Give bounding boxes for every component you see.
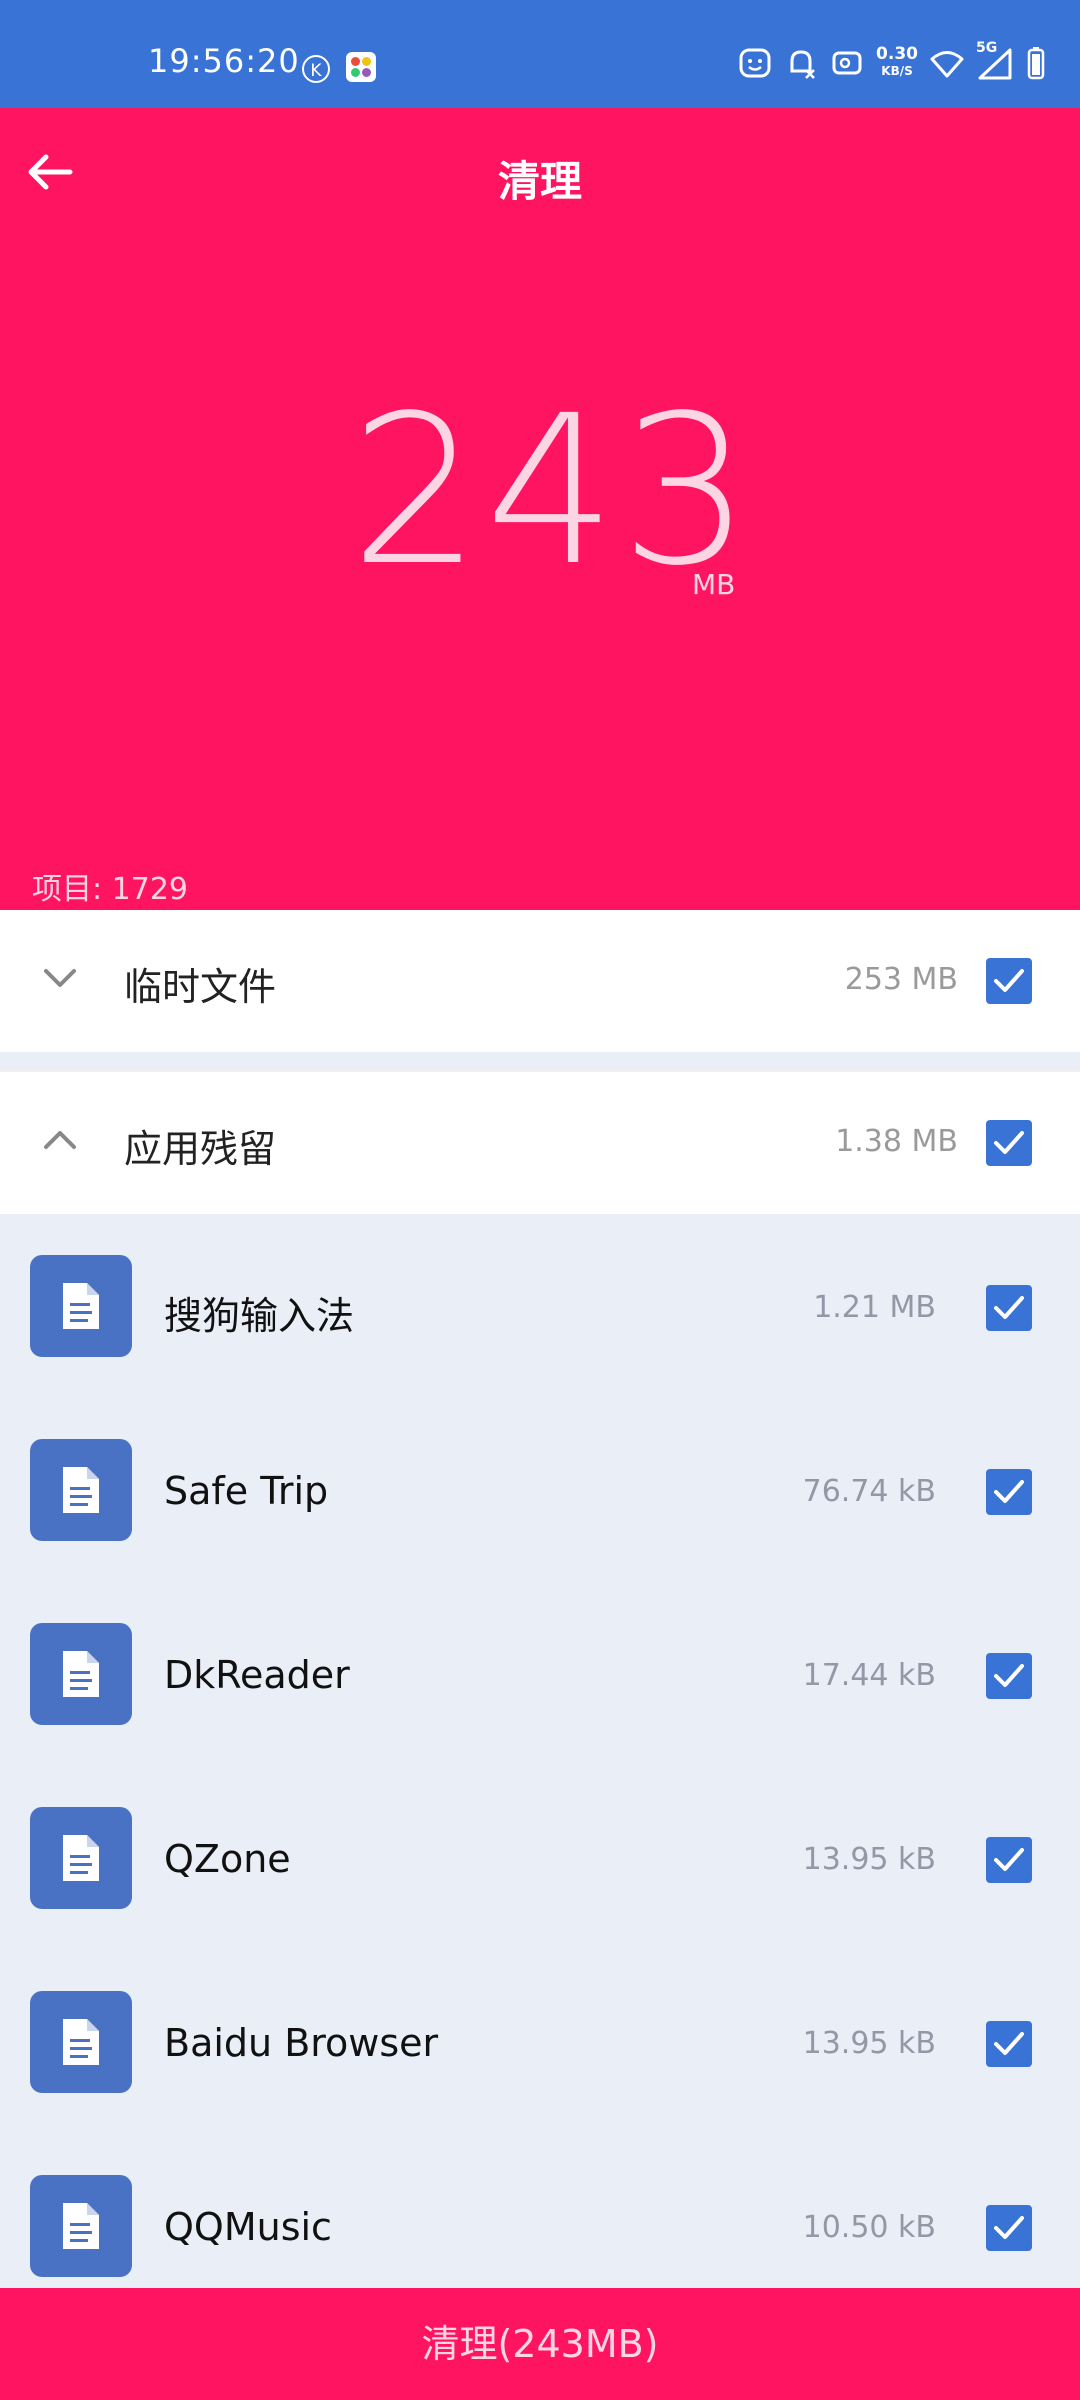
chevron-down-icon[interactable] [40, 958, 80, 998]
network-speed: 0.30 KB/S [876, 44, 918, 79]
category-checkbox[interactable] [986, 958, 1032, 1004]
k-badge-icon: K [302, 55, 330, 83]
face-icon [739, 48, 771, 78]
app-name: 搜狗输入法 [164, 1294, 355, 1338]
app-size: 10.50 kB [802, 2210, 936, 2245]
list-item[interactable]: Baidu Browser 13.95 kB [0, 1968, 1080, 2152]
app-checkbox[interactable] [986, 2205, 1032, 2251]
document-icon [30, 1807, 132, 1909]
app-checkbox[interactable] [986, 2021, 1032, 2067]
document-icon [30, 1439, 132, 1541]
document-icon [30, 1991, 132, 2093]
app-size: 17.44 kB [802, 1658, 936, 1693]
clean-summary-header: 清理 243 MB 项目: 1729 [0, 108, 1080, 910]
app-name: QQMusic [164, 2205, 332, 2249]
cellular-signal-icon: 5G [976, 40, 1014, 80]
list-item[interactable]: QZone 13.95 kB [0, 1784, 1080, 1968]
category-temp-files[interactable]: 临时文件 253 MB [0, 910, 1080, 1052]
total-size-unit: MB [692, 568, 736, 601]
app-name: Baidu Browser [164, 2021, 439, 2065]
document-icon [30, 1623, 132, 1725]
list-item[interactable]: 搜狗输入法 1.21 MB [0, 1232, 1080, 1416]
page-title: 清理 [497, 157, 582, 206]
document-icon [30, 2175, 132, 2277]
total-size-number: 243 [350, 371, 756, 611]
app-size: 13.95 kB [802, 1842, 936, 1877]
app-size: 76.74 kB [802, 1474, 936, 1509]
document-icon [30, 1255, 132, 1357]
app-checkbox[interactable] [986, 1837, 1032, 1883]
app-name: QZone [164, 1837, 291, 1881]
category-label: 临时文件 [124, 965, 277, 1009]
app-notification-icon [346, 52, 376, 82]
list-item[interactable]: DkReader 17.44 kB [0, 1600, 1080, 1784]
chevron-up-icon[interactable] [40, 1120, 80, 1160]
category-app-residue[interactable]: 应用残留 1.38 MB [0, 1072, 1080, 1214]
app-name: Safe Trip [164, 1469, 329, 1513]
app-size: 13.95 kB [802, 2026, 936, 2061]
status-time: 19:56:20 [148, 42, 300, 80]
app-checkbox[interactable] [986, 1285, 1032, 1331]
app-checkbox[interactable] [986, 1653, 1032, 1699]
category-size: 1.38 MB [835, 1124, 958, 1159]
items-count: 项目: 1729 [32, 872, 188, 907]
category-checkbox[interactable] [986, 1120, 1032, 1166]
app-size: 1.21 MB [813, 1290, 936, 1325]
app-checkbox[interactable] [986, 1469, 1032, 1515]
vibrate-icon [832, 51, 862, 75]
bell-muted-icon [790, 50, 815, 79]
status-bar: 19:56:20 K 0.30 KB/S 5G [0, 0, 1080, 108]
category-size: 253 MB [844, 962, 958, 997]
wifi-icon [930, 51, 964, 78]
clean-button[interactable]: 清理(243MB) [0, 2288, 1080, 2400]
battery-icon [1027, 47, 1045, 80]
category-label: 应用残留 [124, 1127, 277, 1171]
app-name: DkReader [164, 1653, 350, 1697]
list-item[interactable]: Safe Trip 76.74 kB [0, 1416, 1080, 1600]
